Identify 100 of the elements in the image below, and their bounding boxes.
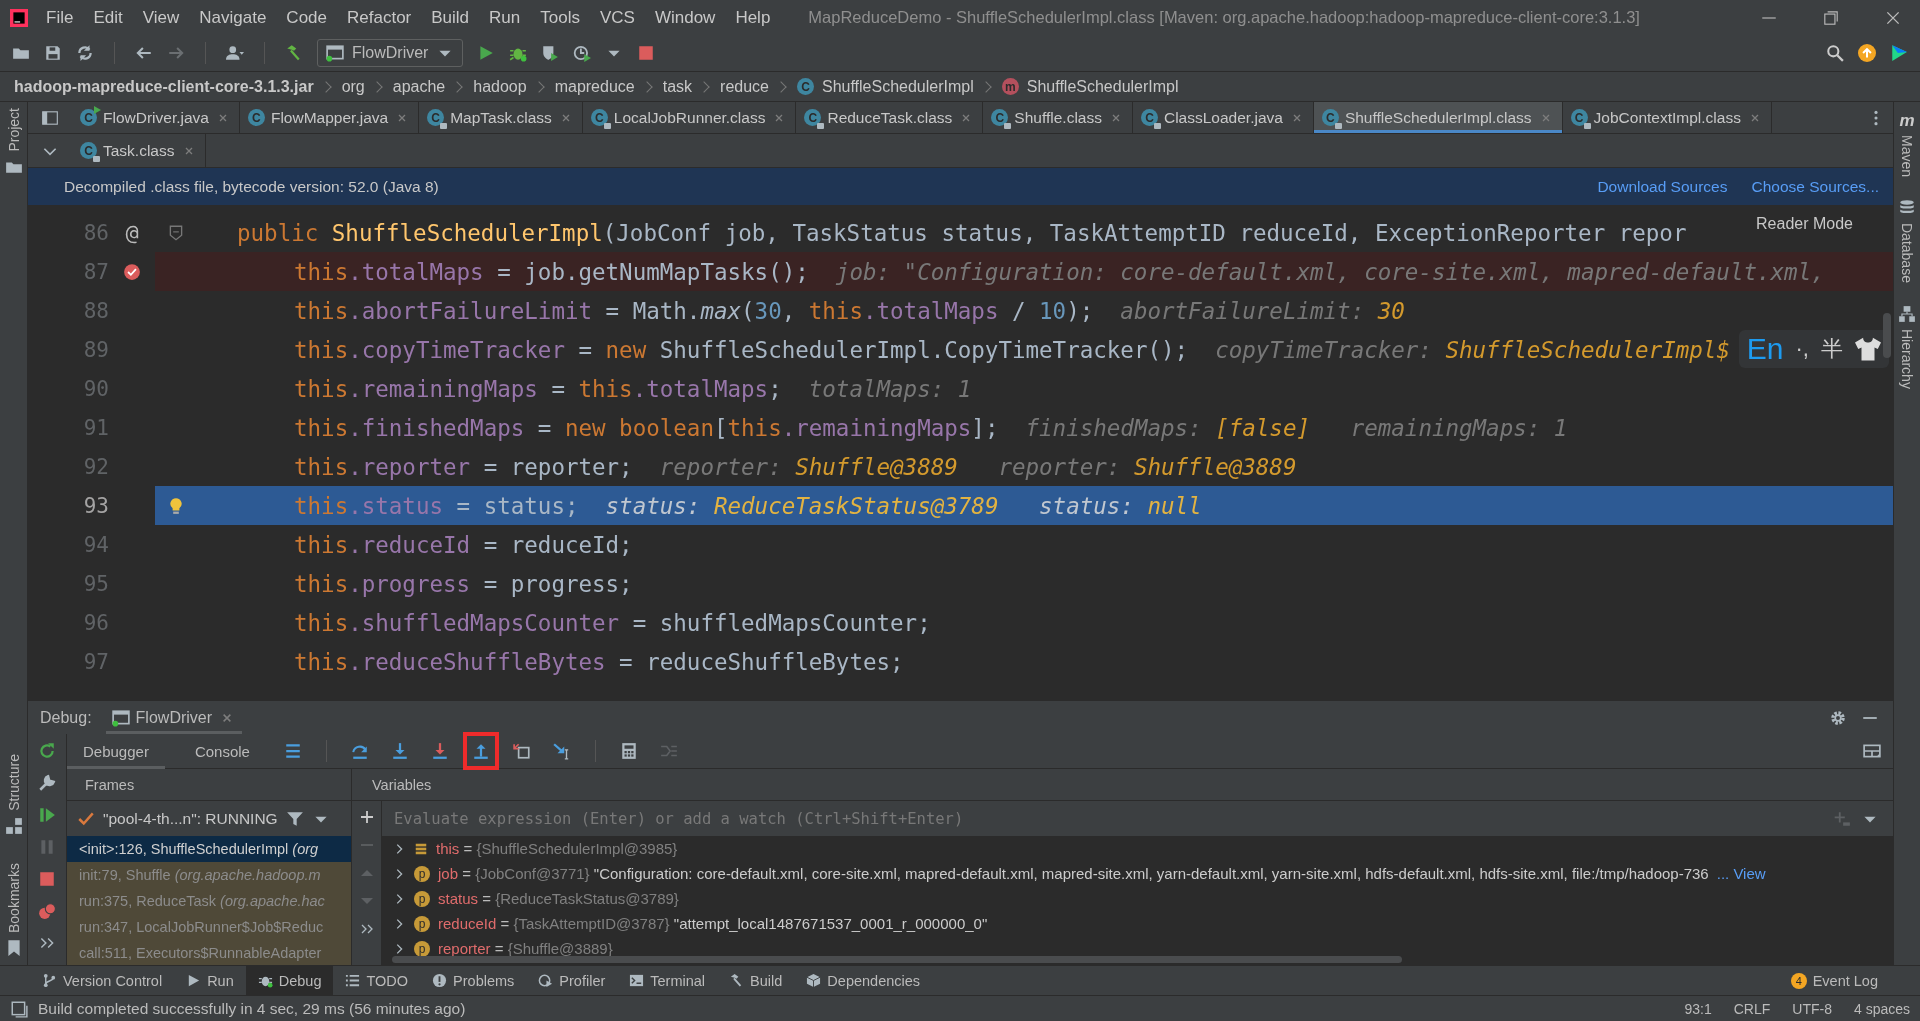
editor-tab[interactable]: C FlowDriver.java	[72, 102, 240, 133]
tool-window-button[interactable]: Terminal	[617, 966, 718, 995]
editor-view-icon[interactable]	[41, 108, 59, 127]
breadcrumb-item[interactable]: mapreduce	[554, 77, 635, 96]
coverage-icon[interactable]	[541, 44, 560, 62]
tool-window-tab[interactable]: Structure	[5, 754, 22, 811]
search-icon[interactable]	[1826, 44, 1844, 62]
tool-window-tab[interactable]: Database	[1899, 223, 1915, 283]
menu-item[interactable]: Help	[735, 7, 771, 28]
editor-tab[interactable]: C MapTask.class	[419, 102, 583, 133]
debug-session-tab[interactable]: FlowDriver	[105, 701, 243, 734]
view-link[interactable]: ... View	[1716, 865, 1766, 882]
thread-selector[interactable]: "pool-4-th...n": RUNNING	[103, 809, 278, 828]
editor-tab[interactable]: C ShuffleSchedulerImpl.class	[1313, 102, 1563, 133]
editor-tab[interactable]: C JobContextImpl.class	[1562, 102, 1772, 133]
stack-frame[interactable]: <init>:126, ShuffleSchedulerImpl (org	[67, 836, 351, 862]
debugger-tab[interactable]: Console	[178, 733, 266, 769]
editor-tab[interactable]: C LocalJobRunner.class	[582, 102, 797, 133]
tool-window-button[interactable]: Version Control	[30, 966, 175, 995]
breadcrumb-item[interactable]: ShuffleSchedulerImpl	[821, 77, 974, 96]
breadcrumb-item[interactable]: org	[341, 77, 365, 96]
status-item[interactable]: UTF-8	[1792, 1000, 1832, 1017]
menu-item[interactable]: VCS	[599, 7, 635, 28]
breakpoints-icon[interactable]	[38, 902, 56, 920]
rerun-icon[interactable]	[38, 742, 56, 760]
fold-icon[interactable]	[167, 223, 185, 242]
menu-item[interactable]: Code	[286, 7, 327, 28]
restore-icon[interactable]	[1822, 8, 1840, 27]
variable-entry[interactable]: this = {ShuffleSchedulerImpl@3985}	[436, 840, 678, 857]
editor-tab[interactable]: C FlowMapper.java	[239, 102, 420, 133]
editor-tab[interactable]: C Task.class	[72, 134, 206, 167]
breadcrumb-item[interactable]: hadoop	[473, 77, 527, 96]
tool-window-button[interactable]: Build	[717, 966, 795, 995]
status-item[interactable]: CRLF	[1733, 1000, 1771, 1017]
stop-icon[interactable]	[637, 44, 656, 62]
ime-width-button[interactable]: 半	[1821, 334, 1843, 364]
plus-icon[interactable]	[358, 809, 375, 825]
menu-item[interactable]: File	[46, 7, 74, 28]
event-log-button[interactable]: 4 Event Log	[1778, 966, 1890, 995]
hammer-icon[interactable]	[285, 44, 303, 62]
run-configuration-dropdown[interactable]: FlowDriver	[317, 39, 464, 67]
debugger-tab[interactable]: Debugger	[67, 733, 165, 769]
sync-icon[interactable]	[76, 44, 94, 62]
editor-tab[interactable]: C ReduceTask.class	[796, 102, 984, 133]
status-item[interactable]: 4 spaces	[1853, 1000, 1910, 1017]
status-item[interactable]: 93:1	[1684, 1000, 1712, 1017]
shirt-icon[interactable]	[1855, 336, 1881, 362]
menu-item[interactable]: Tools	[540, 7, 580, 28]
tool-window-tab[interactable]: Project	[5, 108, 22, 152]
variable-entry[interactable]: reporter = {Shuffle@3889}	[438, 940, 613, 957]
calculator-icon	[619, 742, 638, 760]
stop-icon[interactable]	[38, 870, 56, 888]
menu-item[interactable]: Window	[654, 7, 716, 28]
scrollbar-thumb[interactable]	[1883, 313, 1891, 358]
editor-tab[interactable]: C ClassLoader.java	[1132, 102, 1314, 133]
variable-entry[interactable]: reduceId = {TaskAttemptID@3787} "attempt_local1487671537_0001_r_000000_0"	[438, 915, 988, 932]
breadcrumb-item[interactable]: hadoop-mapreduce-client-core-3.1.3.jar	[14, 77, 314, 96]
wrench-icon[interactable]	[38, 774, 56, 792]
tool-window-button[interactable]: Debug	[245, 966, 334, 995]
menu-item[interactable]: Refactor	[347, 7, 412, 28]
tool-window-button[interactable]: Run	[174, 966, 246, 995]
locked-class-icon: C	[427, 109, 445, 126]
breadcrumb-item[interactable]: reduce	[720, 77, 769, 96]
tool-window-tab[interactable]: Maven	[1899, 135, 1915, 178]
tool-window-tab[interactable]: Hierarchy	[1899, 328, 1915, 389]
profiler-icon[interactable]	[573, 44, 592, 62]
update-icon[interactable]	[1858, 44, 1876, 62]
ime-language-button[interactable]: En	[1746, 332, 1784, 366]
tool-window-button[interactable]: TODO	[333, 966, 421, 995]
editor-tab[interactable]: C Shuffle.class	[983, 102, 1133, 133]
menu-item[interactable]: View	[142, 7, 180, 28]
breadcrumb-item[interactable]: ShuffleSchedulerImpl	[1026, 77, 1179, 96]
variable-entry[interactable]: status = {ReduceTaskStatus@3789}	[438, 890, 679, 907]
settings-icon[interactable]	[1829, 708, 1847, 727]
banner-link[interactable]: Choose Sources...	[1751, 177, 1879, 196]
user-icon[interactable]	[226, 44, 244, 62]
menu-item[interactable]: Edit	[93, 7, 123, 28]
banner-link[interactable]: Download Sources	[1597, 177, 1728, 196]
tool-window-button[interactable]: Dependencies	[794, 966, 933, 995]
ime-punctuation-button[interactable]: ·,	[1795, 336, 1809, 362]
scrollbar-thumb[interactable]	[392, 956, 1402, 963]
breakpoint-icon[interactable]	[123, 262, 141, 281]
tool-window-button[interactable]: Profiler	[526, 966, 618, 995]
resume-icon[interactable]	[38, 806, 56, 824]
menu-item[interactable]: Build	[431, 7, 470, 28]
layout-icon[interactable]	[1863, 742, 1881, 760]
save-icon[interactable]	[44, 44, 62, 62]
panel-toggle-icon[interactable]	[10, 999, 28, 1018]
variable-entry[interactable]: job = {JobConf@3771} "Configuration: core-default.xml, core-site.xml, mapred-default.xml, mapred-site.xml, yarn-default.xml, yarn-site.xml, hdfs-default.xml, hdfs-site.xml, file:/tmp/hadoop-736	[438, 865, 1709, 882]
filter-icon[interactable]	[285, 809, 304, 828]
toolbox-icon[interactable]	[1890, 44, 1908, 62]
breadcrumb-item[interactable]: apache	[392, 77, 446, 96]
list-icon	[345, 973, 361, 988]
tool-window-tab[interactable]: Bookmarks	[5, 862, 22, 933]
tool-window-button[interactable]: Problems	[420, 966, 527, 995]
lightbulb-icon[interactable]	[167, 496, 185, 515]
override-marker[interactable]: @	[125, 220, 139, 245]
breadcrumb-item[interactable]: task	[662, 77, 693, 96]
menu-item[interactable]: Run	[489, 7, 521, 28]
menu-item[interactable]: Navigate	[199, 7, 267, 28]
